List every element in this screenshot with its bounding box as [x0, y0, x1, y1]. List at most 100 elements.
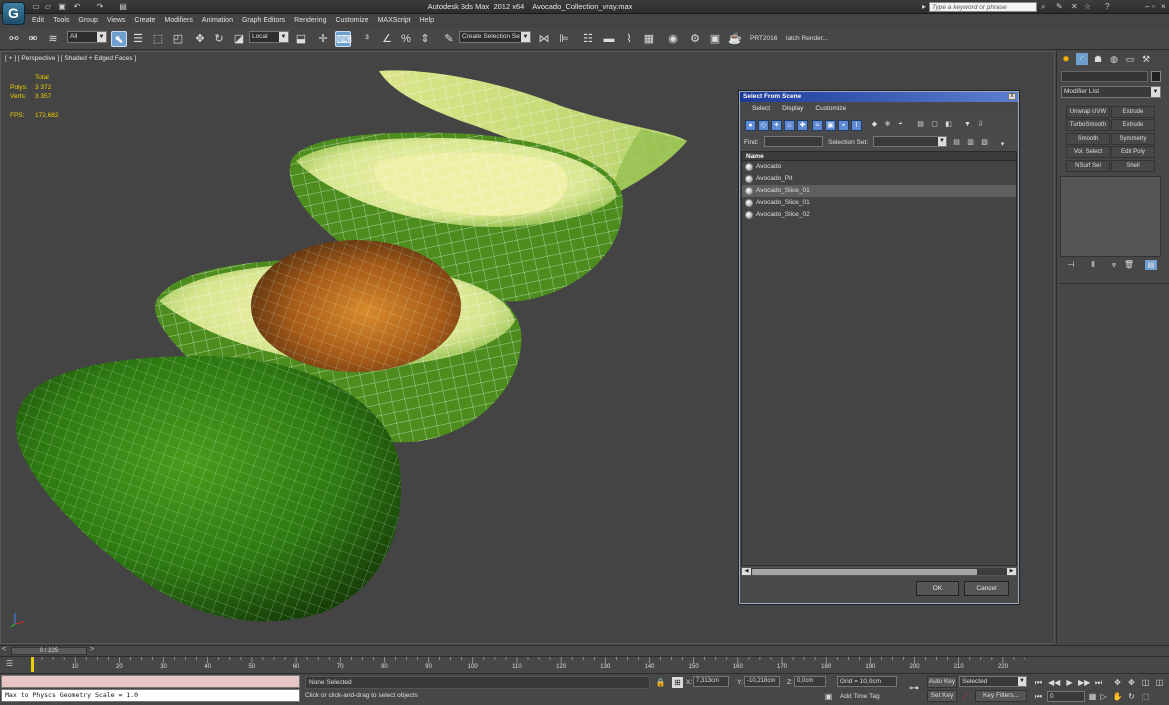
batch-render-label[interactable]: latch Render... [786, 35, 828, 42]
rendered-frame-window-icon[interactable]: ▣ [707, 31, 723, 47]
minimize-icon[interactable]: – [1145, 2, 1149, 12]
utilities-tab-icon[interactable]: ⚒ [1140, 53, 1152, 65]
binoculars-icon[interactable]: ⌕ [1041, 2, 1045, 12]
spinner-snap-icon[interactable]: ⇕ [417, 31, 433, 47]
dialog-close-button[interactable]: x [1008, 93, 1016, 100]
current-frame-field[interactable]: 0 [1047, 691, 1085, 702]
dialog-menu-display[interactable]: Display [782, 103, 803, 115]
menu-maxscript[interactable]: MAXScript [378, 15, 411, 27]
display-containers-icon[interactable]: ◆ [869, 120, 880, 131]
previous-frame-icon[interactable]: ◀◀ [1048, 677, 1060, 688]
select-by-name-icon[interactable]: ☰ [130, 31, 146, 47]
select-object-icon[interactable]: ⬉ [111, 31, 127, 47]
modifier-button[interactable]: Extrude [1111, 106, 1155, 118]
set-key-button[interactable]: Set Key [927, 690, 957, 702]
y-coord-field[interactable]: -10,218cm [744, 676, 780, 687]
reference-coordinate-dropdown[interactable]: Local ▼ [249, 31, 289, 43]
display-frozen-icon[interactable]: ❄ [882, 120, 893, 131]
ok-button[interactable]: OK [916, 581, 959, 596]
time-configuration-icon[interactable]: ▦ [1087, 691, 1098, 702]
time-slider[interactable]: < 0 / 225 > [0, 645, 1169, 655]
motion-tab-icon[interactable]: ◍ [1108, 53, 1120, 65]
default-in-out-tangent-icon[interactable]: ⟋ [960, 691, 971, 702]
pan-view-icon[interactable]: ✋ [1112, 691, 1123, 702]
next-frame-icon[interactable]: ▶▶ [1078, 677, 1090, 688]
display-xrefs-icon[interactable]: ▪ [838, 120, 849, 131]
select-manipulate-icon[interactable]: ✛ [315, 31, 331, 47]
maxscript-listener-output[interactable]: Max to Physcs Geometry Scale = 1.0 [1, 689, 300, 702]
options-chevron-icon[interactable]: ▾ [997, 140, 1008, 151]
time-tag-icon[interactable]: ▣ [823, 691, 834, 702]
modifier-button[interactable]: Edit Poly [1111, 146, 1155, 158]
time-slider-thumb[interactable]: 0 / 225 [11, 647, 87, 655]
window-crossing-icon[interactable]: ◰ [170, 31, 186, 47]
edit-named-selection-icon[interactable]: ✎ [441, 31, 457, 47]
scrollbar-thumb[interactable] [752, 569, 977, 575]
selection-lock-icon[interactable]: 🔒 [655, 677, 666, 688]
modify-tab-icon[interactable]: ◜ [1076, 53, 1088, 65]
menu-modifiers[interactable]: Modifiers [164, 15, 192, 27]
selection-filter-dropdown[interactable]: All ▼ [67, 31, 107, 43]
undo-icon[interactable]: ↶ [72, 2, 82, 11]
project-folder-icon[interactable]: ▤ [118, 2, 128, 11]
field-of-view-icon[interactable]: ▷ [1098, 691, 1109, 702]
material-editor-icon[interactable]: ◉ [665, 31, 681, 47]
hierarchy-tab-icon[interactable]: ☗ [1092, 53, 1104, 65]
go-to-end-icon[interactable]: ⏭ [1093, 677, 1104, 688]
unlink-icon[interactable]: ⚮ [25, 31, 41, 47]
open-file-icon[interactable]: ▱ [43, 2, 53, 11]
dialog-menu-select[interactable]: Select [752, 103, 770, 115]
curve-editor-icon[interactable]: ⌇ [621, 31, 637, 47]
modifier-button[interactable]: Smooth [1066, 133, 1110, 145]
menu-customize[interactable]: Customize [335, 15, 368, 27]
time-slider-prev-icon[interactable]: < [2, 646, 6, 653]
maxscript-listener-input[interactable] [1, 675, 300, 688]
menu-animation[interactable]: Animation [202, 15, 233, 27]
modifier-button[interactable]: Unwrap UVW [1066, 106, 1110, 118]
modifier-button[interactable]: Extrude [1111, 119, 1155, 131]
modifier-button[interactable]: NSurf Sel [1066, 160, 1110, 172]
schematic-view-icon[interactable]: ▦ [641, 31, 657, 47]
list-item[interactable]: Avocado_Slice_01 [742, 197, 1016, 209]
display-helpers-icon[interactable]: ✚ [797, 120, 808, 131]
viewport-label[interactable]: [ + ] [ Perspective ] [ Shaded + Edged F… [5, 55, 136, 62]
menu-tools[interactable]: Tools [53, 15, 69, 27]
communication-center-icon[interactable]: ✎ [1056, 2, 1063, 12]
create-tab-icon[interactable]: ✹ [1060, 53, 1072, 65]
link-icon[interactable]: ⚯ [6, 31, 22, 47]
render-production-icon[interactable]: ☕ [727, 31, 743, 47]
current-frame-marker[interactable] [31, 657, 34, 672]
pin-stack-icon[interactable]: ⊣ [1065, 260, 1077, 270]
named-selection-dropdown[interactable]: Create Selection Se ▼ [459, 31, 531, 43]
scale-icon[interactable]: ◪ [231, 31, 247, 47]
new-file-icon[interactable]: ▭ [31, 2, 41, 11]
layer-manager-icon[interactable]: ☷ [580, 31, 596, 47]
go-to-start-icon[interactable]: ⏮ [1033, 677, 1044, 688]
menu-edit[interactable]: Edit [32, 15, 44, 27]
render-setup-icon[interactable]: ⚙ [687, 31, 703, 47]
key-mode-dropdown[interactable]: Selected ▼ [959, 676, 1027, 687]
search-input[interactable]: Type a keyword or phrase [929, 2, 1037, 12]
configure-modifier-sets-icon[interactable]: ▤ [1145, 260, 1157, 270]
time-slider-next-icon[interactable]: > [90, 646, 94, 653]
x-coord-field[interactable]: 7,313cm [693, 676, 729, 687]
display-cameras-icon[interactable]: ⌂ [784, 120, 795, 131]
zoom-all-icon[interactable]: ✥ [1126, 677, 1137, 688]
set-key-mode-key-icon[interactable]: ⊶ [905, 683, 923, 694]
select-all-icon[interactable]: ▤ [915, 120, 926, 131]
modifier-list-dropdown[interactable]: Modifier List ▼ [1061, 86, 1161, 98]
menu-create[interactable]: Create [134, 15, 155, 27]
application-button[interactable]: G [2, 2, 25, 25]
scroll-right-icon[interactable]: ▶ [1007, 568, 1016, 575]
track-bar-ruler[interactable]: 10 20 30 40 50 60 70 80 90 100 110 120 130 140 150 160 1… [31, 657, 1025, 673]
selection-set-add-icon[interactable]: ▥ [965, 138, 976, 149]
scene-object-list[interactable]: Name Avocado Avocado_Pit Avocado_Slice_0… [741, 151, 1017, 566]
keyboard-shortcut-override-icon[interactable]: ⌨ [335, 31, 352, 47]
align-icon[interactable]: ⊫ [556, 31, 572, 47]
dialog-title[interactable]: Select From Scene [740, 92, 1018, 102]
select-invert-icon[interactable]: ◧ [943, 120, 954, 131]
object-color-swatch[interactable] [1151, 71, 1161, 82]
modifier-button[interactable]: Shell [1111, 160, 1155, 172]
mini-curve-editor-icon[interactable]: ☰ [6, 659, 18, 669]
show-end-result-icon[interactable]: Ⅱ [1087, 260, 1099, 270]
